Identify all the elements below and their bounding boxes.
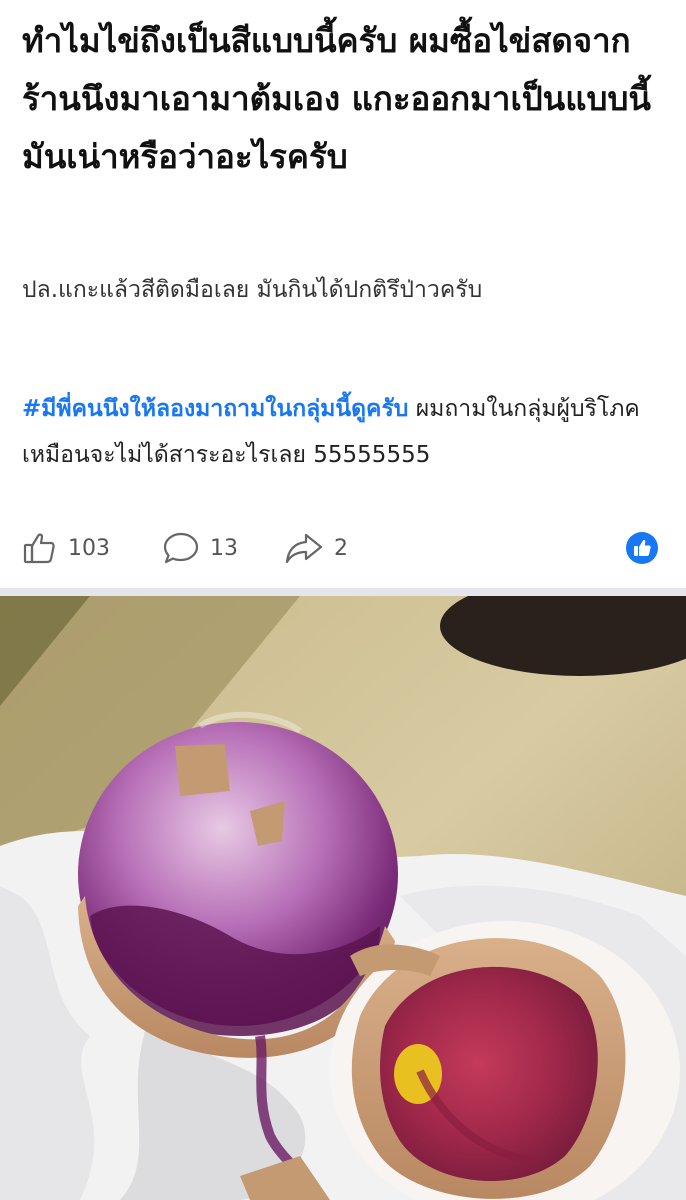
share-button[interactable]: 2 [284,524,348,572]
comment-count: 13 [210,535,238,561]
share-arrow-icon [284,530,324,566]
like-button[interactable]: 103 [22,524,110,572]
section-divider [0,588,686,596]
action-bar: 103 13 2 [22,524,662,572]
post-photo[interactable] [0,596,686,1200]
post-body: #มีพี่คนนึงให้ลองมาถามในกลุ่มนี้ดูครับ ผ… [22,386,662,478]
post-title: ทำไมไข่ถึงเป็นสีแบบนี้ครับ ผมซื้อไข่สดจา… [22,21,651,176]
speech-bubble-icon [162,530,200,566]
share-count: 2 [334,535,348,561]
hashtag-link[interactable]: #มีพี่คนนึงให้ลองมาถามในกลุ่มนี้ดูครับ [22,396,408,422]
post-subtitle: ปล.แกะแล้วสีติดมือเลย มันกินได้ปกติรึป่า… [22,277,483,303]
thumbs-up-icon [22,530,58,566]
comment-button[interactable]: 13 [162,524,238,572]
like-reaction-icon[interactable] [626,532,658,564]
like-count: 103 [68,535,110,561]
